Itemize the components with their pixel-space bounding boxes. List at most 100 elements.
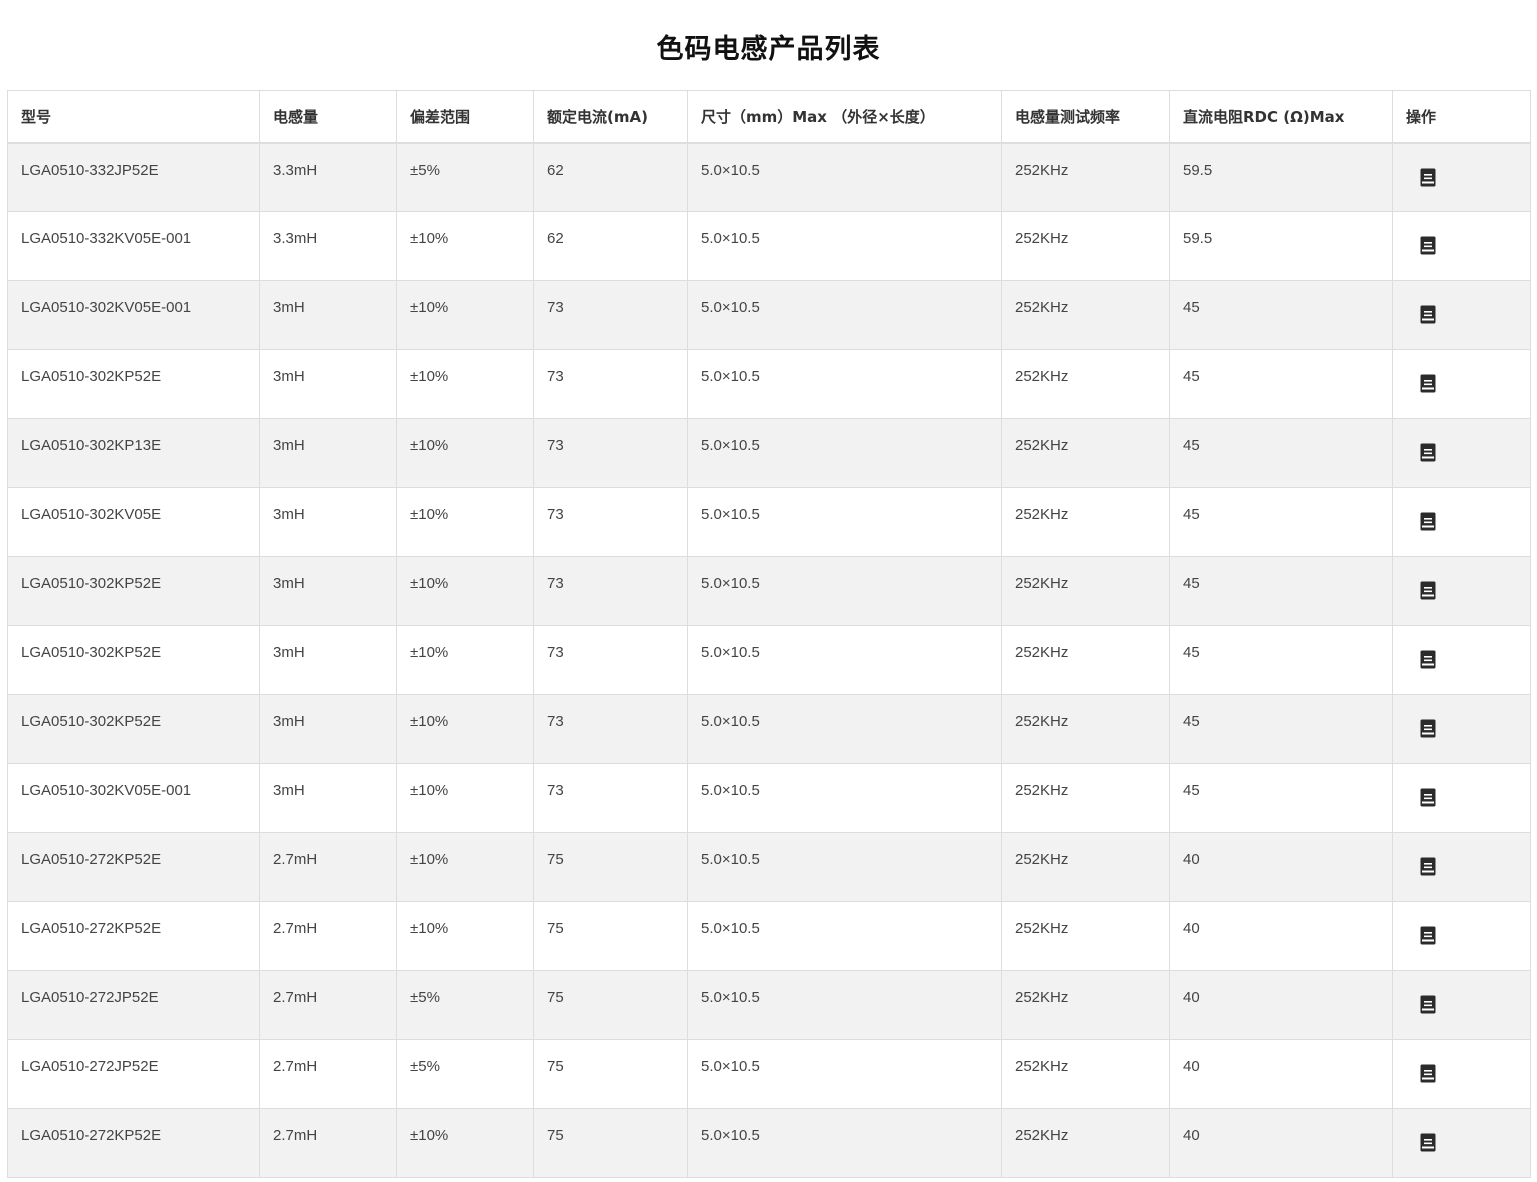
cell-action — [1392, 832, 1531, 902]
document-icon[interactable] — [1420, 305, 1436, 324]
cell-test-frequency: 252KHz — [1001, 280, 1170, 350]
cell-action — [1392, 142, 1531, 212]
cell-tolerance: ±10% — [396, 418, 534, 488]
cell-rdc: 45 — [1169, 694, 1393, 764]
cell-size: 5.0×10.5 — [687, 625, 1002, 695]
cell-action — [1392, 970, 1531, 1040]
cell-tolerance: ±10% — [396, 211, 534, 281]
cell-inductance: 2.7mH — [259, 970, 397, 1040]
cell-size: 5.0×10.5 — [687, 349, 1002, 419]
cell-test-frequency: 252KHz — [1001, 487, 1170, 557]
table-row: LGA0510-272KP52E 2.7mH ±10% 75 5.0×10.5 252KH… — [7, 901, 1531, 971]
cell-model: LGA0510-302KV05E-001 — [7, 763, 260, 833]
table-row: LGA0510-302KP52E 3mH ±10% 73 5.0×10.5 252KHz 4… — [7, 694, 1531, 764]
cell-size: 5.0×10.5 — [687, 832, 1002, 902]
header-test-frequency: 电感量测试频率 — [1001, 90, 1170, 144]
cell-action — [1392, 556, 1531, 626]
cell-tolerance: ±5% — [396, 1039, 534, 1109]
table-row: LGA0510-302KV05E-001 3mH ±10% 73 5.0×10.5 252… — [7, 763, 1531, 833]
document-icon[interactable] — [1420, 1133, 1436, 1152]
cell-rdc: 40 — [1169, 832, 1393, 902]
cell-tolerance: ±5% — [396, 970, 534, 1040]
table-row: LGA0510-272KP52E 2.7mH ±10% 75 5.0×10.5 252KH… — [7, 1108, 1531, 1178]
cell-model: LGA0510-272JP52E — [7, 1039, 260, 1109]
cell-rated-current: 75 — [533, 832, 688, 902]
table-row: LGA0510-302KP52E 3mH ±10% 73 5.0×10.5 252KHz 4… — [7, 625, 1531, 695]
cell-inductance: 2.7mH — [259, 1039, 397, 1109]
document-icon[interactable] — [1420, 236, 1436, 255]
document-icon[interactable] — [1420, 374, 1436, 393]
document-icon[interactable] — [1420, 1064, 1436, 1083]
cell-model: LGA0510-302KP52E — [7, 694, 260, 764]
cell-rdc: 45 — [1169, 487, 1393, 557]
cell-inductance: 3mH — [259, 280, 397, 350]
cell-action — [1392, 211, 1531, 281]
cell-rdc: 40 — [1169, 1039, 1393, 1109]
document-icon[interactable] — [1420, 512, 1436, 531]
cell-size: 5.0×10.5 — [687, 487, 1002, 557]
cell-model: LGA0510-332JP52E — [7, 142, 260, 212]
cell-test-frequency: 252KHz — [1001, 832, 1170, 902]
cell-rated-current: 75 — [533, 1039, 688, 1109]
table-row: LGA0510-272JP52E 2.7mH ±5% 75 5.0×10.5 252KHz… — [7, 970, 1531, 1040]
cell-action — [1392, 625, 1531, 695]
cell-action — [1392, 1108, 1531, 1178]
cell-test-frequency: 252KHz — [1001, 1108, 1170, 1178]
cell-rdc: 45 — [1169, 349, 1393, 419]
cell-rated-current: 73 — [533, 280, 688, 350]
cell-action — [1392, 1039, 1531, 1109]
table-row: LGA0510-332JP52E 3.3mH ±5% 62 5.0×10.5 252KHz… — [7, 142, 1531, 212]
cell-inductance: 3.3mH — [259, 142, 397, 212]
cell-rated-current: 62 — [533, 142, 688, 212]
cell-inductance: 3mH — [259, 487, 397, 557]
cell-size: 5.0×10.5 — [687, 694, 1002, 764]
document-icon[interactable] — [1420, 443, 1436, 462]
cell-rdc: 45 — [1169, 280, 1393, 350]
document-icon[interactable] — [1420, 719, 1436, 738]
document-icon[interactable] — [1420, 857, 1436, 876]
document-icon[interactable] — [1420, 788, 1436, 807]
cell-model: LGA0510-302KP52E — [7, 349, 260, 419]
cell-inductance: 3mH — [259, 625, 397, 695]
cell-rated-current: 73 — [533, 556, 688, 626]
document-icon[interactable] — [1420, 926, 1436, 945]
cell-inductance: 2.7mH — [259, 901, 397, 971]
header-rdc: 直流电阻RDC (Ω)Max — [1169, 90, 1393, 144]
cell-tolerance: ±10% — [396, 349, 534, 419]
cell-rated-current: 73 — [533, 625, 688, 695]
cell-test-frequency: 252KHz — [1001, 694, 1170, 764]
cell-rdc: 59.5 — [1169, 142, 1393, 212]
header-inductance: 电感量 — [259, 90, 397, 144]
cell-action — [1392, 763, 1531, 833]
cell-action — [1392, 694, 1531, 764]
cell-model: LGA0510-302KV05E — [7, 487, 260, 557]
cell-rdc: 40 — [1169, 1108, 1393, 1178]
header-tolerance: 偏差范围 — [396, 90, 534, 144]
table-row: LGA0510-332KV05E-001 3.3mH ±10% 62 5.0×10.5 2… — [7, 211, 1531, 281]
cell-size: 5.0×10.5 — [687, 1039, 1002, 1109]
cell-rated-current: 73 — [533, 487, 688, 557]
cell-model: LGA0510-272JP52E — [7, 970, 260, 1040]
cell-test-frequency: 252KHz — [1001, 970, 1170, 1040]
cell-inductance: 3mH — [259, 418, 397, 488]
cell-rdc: 59.5 — [1169, 211, 1393, 281]
table-row: LGA0510-302KV05E-001 3mH ±10% 73 5.0×10.5 252… — [7, 280, 1531, 350]
cell-size: 5.0×10.5 — [687, 970, 1002, 1040]
cell-size: 5.0×10.5 — [687, 1108, 1002, 1178]
cell-tolerance: ±10% — [396, 694, 534, 764]
document-icon[interactable] — [1420, 581, 1436, 600]
table-body: LGA0510-332JP52E 3.3mH ±5% 62 5.0×10.5 252KHz… — [7, 142, 1531, 1178]
cell-tolerance: ±10% — [396, 901, 534, 971]
cell-action — [1392, 280, 1531, 350]
document-icon[interactable] — [1420, 995, 1436, 1014]
cell-inductance: 3mH — [259, 556, 397, 626]
document-icon[interactable] — [1420, 650, 1436, 669]
cell-test-frequency: 252KHz — [1001, 625, 1170, 695]
cell-size: 5.0×10.5 — [687, 763, 1002, 833]
cell-inductance: 3mH — [259, 349, 397, 419]
cell-rdc: 40 — [1169, 901, 1393, 971]
document-icon[interactable] — [1420, 168, 1436, 187]
cell-inductance: 3mH — [259, 763, 397, 833]
cell-rated-current: 73 — [533, 763, 688, 833]
cell-tolerance: ±10% — [396, 625, 534, 695]
